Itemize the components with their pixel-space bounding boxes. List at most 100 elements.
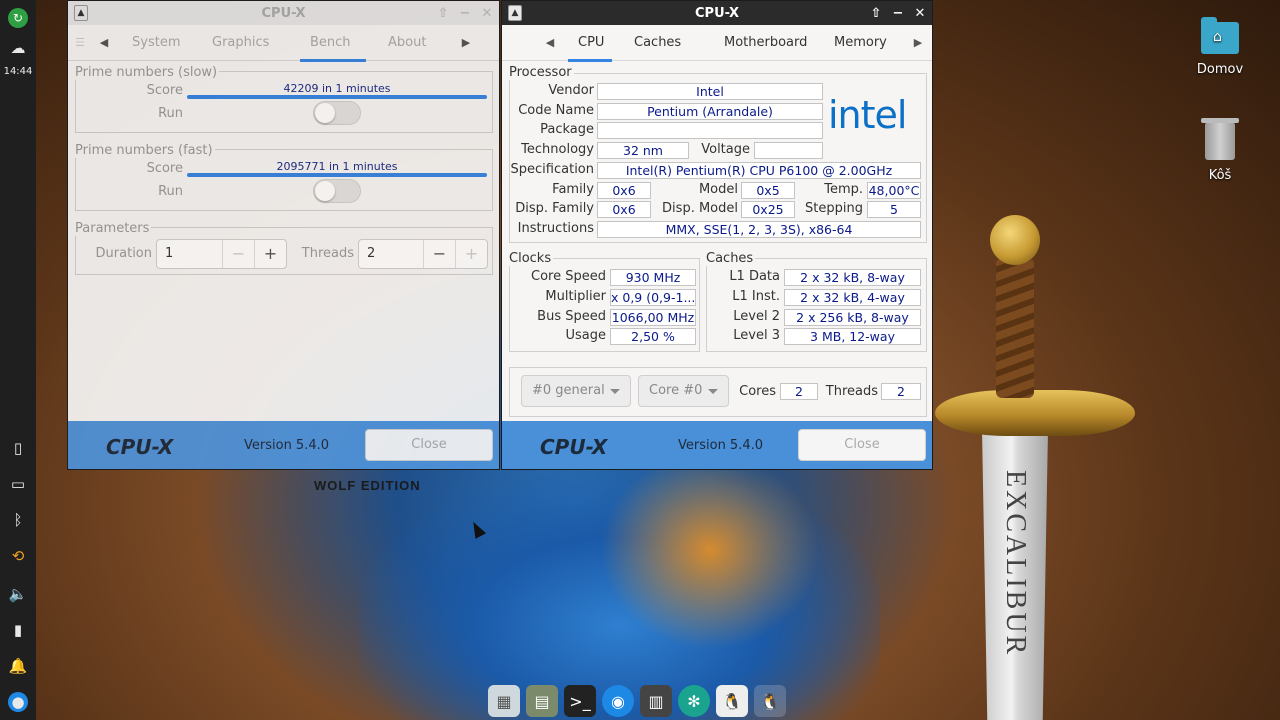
tab-system[interactable]: System <box>116 25 196 61</box>
bus-speed-value: 1066,00 MHz <box>610 309 696 326</box>
level2-value: 2 x 256 kB, 8-way <box>784 309 921 326</box>
stepping-label: Stepping <box>805 201 863 216</box>
side-panel: ↻ ☁ 14:44 ▯ ▭ ᛒ ⟲ 🔈 ▮ 🔔 ● <box>0 0 36 720</box>
dock-files-icon[interactable]: ▦ <box>488 685 520 717</box>
app-menu-icon[interactable]: ↻ <box>8 8 28 28</box>
keep-above-icon[interactable]: ⇧ <box>868 6 884 21</box>
version-label: Version 5.4.0 <box>678 438 764 453</box>
intel-logo: intel <box>828 93 907 137</box>
tab-scroll-right-icon[interactable]: ▶ <box>906 36 930 49</box>
core-speed-label: Core Speed <box>531 269 606 284</box>
dock-cpux-icon[interactable]: 🐧 <box>716 685 748 717</box>
close-icon[interactable]: ✕ <box>479 6 495 21</box>
keep-above-icon[interactable]: ⇧ <box>435 6 451 21</box>
run-label: Run <box>158 184 183 199</box>
window-footer: CPU-X Version 5.4.0 Close <box>68 421 499 469</box>
duration-spinner[interactable]: 1 − + <box>156 239 287 269</box>
model-label: Model <box>698 182 738 197</box>
l1-data-label: L1 Data <box>729 269 780 284</box>
multiplier-label: Multiplier <box>545 289 606 304</box>
technology-label: Technology <box>521 142 594 157</box>
threads-decrement-icon[interactable]: − <box>423 240 455 268</box>
dock-monitor-icon[interactable]: ▥ <box>640 685 672 717</box>
tab-caches[interactable]: Caches <box>618 25 708 61</box>
dock-cpux-active-icon[interactable]: 🐧 <box>754 685 786 717</box>
prime-slow-run-switch[interactable] <box>313 101 361 125</box>
prime-fast-label: Prime numbers (fast) <box>75 143 215 158</box>
wallpaper-sword-inscription: EXCALIBUR <box>1000 470 1031 658</box>
duration-decrement-icon[interactable]: − <box>222 240 254 268</box>
tab-bench[interactable]: Bench <box>294 25 372 62</box>
panel-clock[interactable]: 14:44 <box>2 66 34 77</box>
tab-cpu[interactable]: CPU <box>562 25 618 62</box>
codename-label: Code Name <box>518 103 594 118</box>
prime-fast-frame <box>75 149 493 211</box>
battery-icon[interactable]: ▮ <box>8 620 28 640</box>
duration-label: Duration <box>95 246 152 261</box>
dock-archive-icon[interactable]: ▤ <box>526 685 558 717</box>
score-label: Score <box>146 161 183 176</box>
multiplier-value: x 0,9 (0,9-1... <box>610 289 696 306</box>
threads-increment-icon[interactable]: + <box>455 240 487 268</box>
window-controls: ⇧ − ✕ <box>435 1 495 25</box>
instructions-value: MMX, SSE(1, 2, 3, 3S), x86-64 <box>597 221 921 238</box>
clipboard-icon[interactable]: ▯ <box>8 438 28 458</box>
core-dropdown[interactable]: Core #0 <box>638 375 729 407</box>
duration-value[interactable]: 1 <box>157 240 222 268</box>
l1-inst-value: 2 x 32 kB, 4-way <box>784 289 921 306</box>
duration-increment-icon[interactable]: + <box>254 240 286 268</box>
bus-speed-label: Bus Speed <box>537 309 606 324</box>
network-cloud-icon[interactable]: ☁ <box>8 38 28 58</box>
window-footer: CPU-X Version 5.4.0 Close <box>502 421 932 469</box>
dock-browser-icon[interactable]: ◉ <box>602 685 634 717</box>
close-button[interactable]: Close <box>365 429 493 461</box>
cpux-logo: CPU-X <box>106 435 174 459</box>
tab-about[interactable]: About <box>372 25 454 61</box>
desktop-icon-home[interactable]: ⌂ Domov <box>1185 17 1255 77</box>
vendor-label: Vendor <box>548 83 594 98</box>
tab-memory[interactable]: Memory <box>818 25 906 61</box>
temp-value: 48,00°C <box>867 182 921 199</box>
bluetooth-icon[interactable]: ᛒ <box>8 510 28 530</box>
close-icon[interactable]: ✕ <box>912 6 928 21</box>
cores-label: Cores <box>739 384 776 399</box>
menu-icon[interactable]: ☰ <box>68 36 92 49</box>
close-button[interactable]: Close <box>798 429 926 461</box>
update-icon[interactable]: ⟲ <box>8 546 28 566</box>
window-titlebar[interactable]: ▲ CPU-X ⇧ − ✕ <box>502 1 932 25</box>
temp-label: Temp. <box>824 182 863 197</box>
volume-icon[interactable]: 🔈 <box>8 584 28 604</box>
tab-scroll-left-icon[interactable]: ◀ <box>92 36 116 49</box>
threads-spinner[interactable]: 2 − + <box>358 239 488 269</box>
voltage-label: Voltage <box>701 142 750 157</box>
tab-graphics[interactable]: Graphics <box>196 25 294 61</box>
cpux-app-icon: ▲ <box>508 5 522 21</box>
threads-value[interactable]: 2 <box>359 240 423 268</box>
version-label: Version 5.4.0 <box>244 438 330 453</box>
tab-scroll-right-icon[interactable]: ▶ <box>454 36 478 49</box>
specification-label: Specification <box>510 162 594 177</box>
wallpaper-brand-text: WOLF EDITION <box>314 478 421 493</box>
system-globe-icon[interactable]: ● <box>8 692 28 712</box>
level3-label: Level 3 <box>733 328 780 343</box>
dock-terminal-icon[interactable]: >_ <box>564 685 596 717</box>
display-icon[interactable]: ▭ <box>8 474 28 494</box>
prime-fast-progress <box>187 173 487 177</box>
voltage-value <box>754 142 823 159</box>
prime-fast-run-switch[interactable] <box>313 179 361 203</box>
prime-slow-frame <box>75 71 493 133</box>
tab-scroll-left-icon[interactable]: ◀ <box>538 36 562 49</box>
window-titlebar[interactable]: ▲ CPU-X ⇧ − ✕ <box>68 1 499 25</box>
desktop-icon-trash[interactable]: Kôš <box>1185 118 1255 183</box>
trash-icon <box>1201 118 1239 160</box>
tab-motherboard[interactable]: Motherboard <box>708 25 818 61</box>
clocks-label: Clocks <box>509 251 554 266</box>
socket-dropdown[interactable]: #0 general <box>521 375 631 407</box>
instructions-label: Instructions <box>517 221 594 236</box>
notification-bell-icon[interactable]: 🔔 <box>8 656 28 676</box>
minimize-icon[interactable]: − <box>457 6 473 21</box>
desktop-icon-label: Domov <box>1196 62 1244 77</box>
dock-settings-icon[interactable]: ✻ <box>678 685 710 717</box>
minimize-icon[interactable]: − <box>890 6 906 21</box>
technology-value: 32 nm <box>597 142 689 159</box>
